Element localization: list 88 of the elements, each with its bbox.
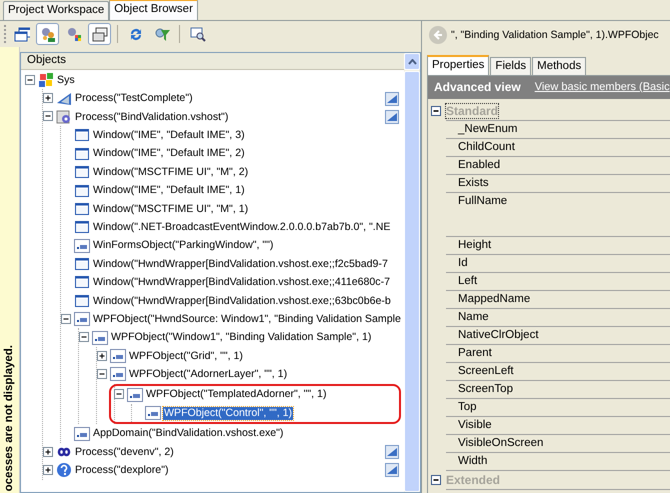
tree-item[interactable]: AppDomain("BindValidation.vshost.exe") xyxy=(92,427,284,440)
property-name: NativeClrObject xyxy=(458,328,539,342)
tree-item[interactable]: Process("BindValidation.vshost") xyxy=(74,110,230,124)
tree-item[interactable]: WPFObject("Window1", "Binding Validation Sample", 1) xyxy=(110,331,372,344)
property-name: ScreenTop xyxy=(458,382,513,396)
window-icon xyxy=(74,127,90,144)
tree-item[interactable]: WPFObject("HwndSource: Window1", "Binding Validation Sample xyxy=(92,312,402,326)
property-name: ChildCount xyxy=(458,140,515,154)
windows-icon xyxy=(14,26,30,42)
collapse-icon[interactable] xyxy=(114,389,125,400)
collapse-icon[interactable] xyxy=(79,332,90,344)
panel-tab[interactable]: Object Browser xyxy=(109,0,198,20)
tree-item[interactable]: Window("IME", "Default IME", 3) xyxy=(92,129,246,142)
collapse-icon[interactable] xyxy=(431,106,442,116)
side-note: ocesses are not displayed. xyxy=(2,344,16,491)
window-icon xyxy=(74,274,90,290)
property-name: Visible xyxy=(458,418,492,432)
window-icon xyxy=(74,182,90,199)
window-icon xyxy=(74,164,90,180)
tree-item[interactable]: Window("HwndWrapper[BindValidation.vshost.exe;;f2c5bad9-7 xyxy=(92,258,389,270)
property-name: ScreenLeft xyxy=(458,364,514,378)
collapse-icon[interactable] xyxy=(25,74,36,86)
help-icon xyxy=(56,462,72,478)
property-name: Left xyxy=(458,274,478,288)
expand-icon[interactable] xyxy=(43,464,54,476)
property-name: VisibleOnScreen xyxy=(458,436,544,450)
dotnet-icon xyxy=(127,386,143,403)
inspector-tab[interactable]: Properties xyxy=(427,55,490,75)
tree-item[interactable]: WPFObject("TemplatedAdorner", "", 1) xyxy=(145,388,328,402)
inspector-tab[interactable]: Fields xyxy=(490,57,532,75)
property-name: Height xyxy=(458,238,492,252)
tree-item[interactable]: Window("HwndWrapper[BindValidation.vshost.exe;;63bc0b6e-b xyxy=(92,294,392,308)
panel-tab[interactable]: Project Workspace xyxy=(3,1,110,20)
tree-item[interactable]: Sys xyxy=(56,74,76,87)
expand-icon[interactable] xyxy=(43,446,54,458)
property-name: Width xyxy=(458,454,488,468)
find-icon xyxy=(190,26,206,42)
view-title: Advanced view xyxy=(434,80,521,95)
windows-flag-icon xyxy=(38,72,54,88)
tree-item[interactable]: Process("TestComplete") xyxy=(74,92,194,105)
property-name: Parent xyxy=(458,346,492,360)
view-link[interactable]: View basic members (Basic xyxy=(534,80,670,94)
expand-icon[interactable] xyxy=(43,93,54,104)
dotnet-icon xyxy=(92,330,108,346)
collapse-icon[interactable] xyxy=(97,368,108,380)
property-name: Top xyxy=(458,400,477,414)
dotnet-icon xyxy=(74,238,90,254)
tree-item[interactable]: Window("IME", "Default IME", 1) xyxy=(92,184,246,197)
arrow-icon xyxy=(56,90,72,107)
property-name: Enabled xyxy=(458,158,500,172)
object-path: ", "Binding Validation Sample", 1).WPFObjec xyxy=(451,28,659,42)
windows-icon xyxy=(92,26,108,42)
tree-item[interactable]: WPFObject("Control", "", 1) xyxy=(163,406,294,420)
tree-item[interactable]: Window("IME", "Default IME", 2) xyxy=(92,147,246,160)
window-icon xyxy=(74,146,90,162)
collapse-icon[interactable] xyxy=(431,474,442,486)
collapse-icon[interactable] xyxy=(43,111,54,122)
property-name: Name xyxy=(458,310,489,324)
window-icon xyxy=(74,256,90,272)
tree-item[interactable]: WinFormsObject("ParkingWindow", "") xyxy=(92,239,274,252)
dotnet-icon xyxy=(74,311,90,328)
window-icon xyxy=(74,219,90,236)
dotnet-icon xyxy=(145,405,161,422)
tree-item[interactable]: Process("dexplore") xyxy=(74,464,170,477)
column-header: Objects xyxy=(21,53,404,70)
property-name: MappedName xyxy=(458,292,530,306)
collapse-icon[interactable] xyxy=(61,314,72,325)
expand-icon[interactable] xyxy=(97,350,108,362)
tree-item[interactable]: Process("devenv", 2) xyxy=(74,446,175,458)
windows-button[interactable] xyxy=(88,23,111,45)
tree-item[interactable]: WPFObject("AdornerLayer", "", 1) xyxy=(128,368,288,381)
window-icon xyxy=(74,292,90,309)
tree-item[interactable]: Window("MSCTFIME UI", "M", 1) xyxy=(92,202,250,216)
tree-item[interactable]: Window("MSCTFIME UI", "M", 2) xyxy=(92,166,250,178)
filter-icon xyxy=(154,26,170,42)
dotnet-icon xyxy=(110,348,126,364)
property-name: Exists xyxy=(458,176,489,190)
dotnet-icon xyxy=(110,366,126,382)
dotnet-icon xyxy=(74,426,90,442)
inspector-tab[interactable]: Methods xyxy=(532,57,586,75)
property-name: FullName xyxy=(458,195,508,209)
tree-item[interactable]: WPFObject("Grid", "", 1) xyxy=(128,350,244,362)
window-icon xyxy=(74,200,90,217)
property-name: _NewEnum xyxy=(458,122,518,136)
tree-item[interactable]: Window("HwndWrapper[BindValidation.vshost.exe;;411e680c-7 xyxy=(92,276,392,289)
scroll-up-icon xyxy=(408,58,416,64)
property-name: Id xyxy=(458,256,468,270)
tree-item[interactable]: Window(".NET-BroadcastEventWindow.2.0.0.0.b7ab7b.0", ".NE xyxy=(92,220,392,234)
